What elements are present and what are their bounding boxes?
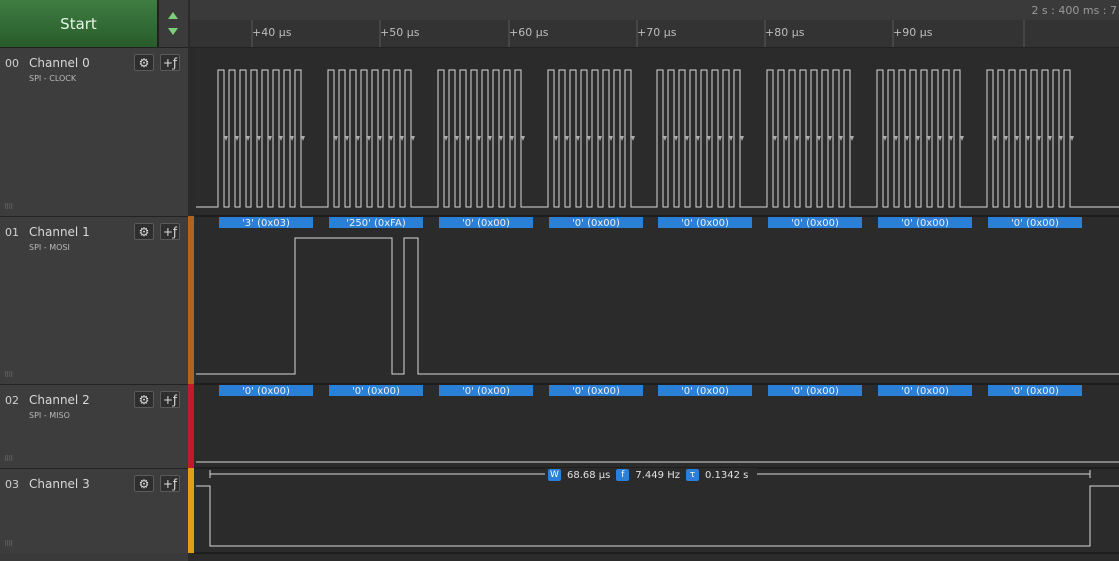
sample-arrow-icon	[696, 136, 700, 141]
sample-arrow-icon	[576, 136, 580, 141]
sample-arrow-icon	[367, 136, 371, 141]
sample-arrow-icon	[587, 136, 591, 141]
sample-arrow-icon	[345, 136, 349, 141]
mosi-byte-label: '0' (0x00)	[572, 218, 620, 229]
clock-trace	[196, 69, 1119, 208]
measurement-frequency: 7.449 Hz	[635, 469, 680, 481]
sample-arrow-icon	[488, 136, 492, 141]
sample-arrow-icon	[598, 136, 602, 141]
sample-arrow-icon	[828, 136, 832, 141]
sample-arrow-icon	[1004, 136, 1008, 141]
sample-arrow-icon	[773, 136, 777, 141]
miso-byte-label: '0' (0x00)	[572, 386, 620, 397]
miso-byte-label: '0' (0x00)	[901, 386, 949, 397]
width-icon: W	[548, 469, 561, 481]
sample-arrow-icon	[279, 136, 283, 141]
sample-arrow-icon	[894, 136, 898, 141]
sample-arrow-icon	[301, 136, 305, 141]
sample-arrow-icon	[466, 136, 470, 141]
mosi-byte-label: '250' (0xFA)	[346, 218, 406, 229]
miso-byte-label: '0' (0x00)	[791, 386, 839, 397]
sample-arrow-icon	[817, 136, 821, 141]
miso-byte-label: '0' (0x00)	[242, 386, 290, 397]
mosi-trace	[196, 237, 1119, 375]
sample-arrow-icon	[411, 136, 415, 141]
sample-arrow-icon	[1070, 136, 1074, 141]
mosi-byte-label: '0' (0x00)	[791, 218, 839, 229]
mosi-byte-label: '3' (0x03)	[242, 218, 290, 229]
sample-arrow-icon	[290, 136, 294, 141]
sample-arrow-icon	[268, 136, 272, 141]
mosi-byte-label: '0' (0x00)	[462, 218, 510, 229]
sample-arrow-icon	[565, 136, 569, 141]
mosi-byte-label: '0' (0x00)	[1011, 218, 1059, 229]
sample-arrow-icon	[356, 136, 360, 141]
measurement-width: 68.68 µs	[567, 469, 611, 481]
miso-byte-label: '0' (0x00)	[462, 386, 510, 397]
sample-arrow-icon	[400, 136, 404, 141]
miso-byte-label: '0' (0x00)	[1011, 386, 1059, 397]
sample-arrow-icon	[378, 136, 382, 141]
sample-arrow-icon	[850, 136, 854, 141]
sample-arrow-icon	[334, 136, 338, 141]
period-icon: τ	[685, 469, 699, 481]
measurement-period: 0.1342 s	[704, 469, 749, 481]
sample-arrow-icon	[806, 136, 810, 141]
sample-arrow-icon	[949, 136, 953, 141]
mosi-byte-label: '0' (0x00)	[901, 218, 949, 229]
measurement-readout: W 68.68 µs f 7.449 Hz τ 0.1342 s	[545, 468, 758, 482]
sample-arrow-icon	[444, 136, 448, 141]
sample-arrow-icon	[609, 136, 613, 141]
sample-arrow-icon	[718, 136, 722, 141]
sample-arrow-icon	[477, 136, 481, 141]
miso-byte-label: '0' (0x00)	[352, 386, 400, 397]
sample-arrow-icon	[784, 136, 788, 141]
frequency-icon: f	[616, 469, 630, 481]
sample-arrow-icon	[224, 136, 228, 141]
sample-arrow-icon	[740, 136, 744, 141]
sample-arrow-icon	[938, 136, 942, 141]
sample-arrow-icon	[554, 136, 558, 141]
sample-arrow-icon	[927, 136, 931, 141]
miso-byte-label: '0' (0x00)	[681, 386, 729, 397]
sample-arrow-icon	[960, 136, 964, 141]
sample-arrow-icon	[235, 136, 239, 141]
sample-arrow-icon	[993, 136, 997, 141]
sample-arrow-icon	[389, 136, 393, 141]
sample-arrow-icon	[674, 136, 678, 141]
sample-arrow-icon	[1059, 136, 1063, 141]
sample-arrow-icon	[510, 136, 514, 141]
sample-arrow-icon	[521, 136, 525, 141]
sample-arrow-icon	[707, 136, 711, 141]
sample-arrow-icon	[1048, 136, 1052, 141]
sample-arrow-icon	[631, 136, 635, 141]
channel-3-trace	[196, 485, 1119, 547]
sample-arrow-icon	[839, 136, 843, 141]
sample-arrow-icon	[883, 136, 887, 141]
sample-arrow-icon	[455, 136, 459, 141]
sample-arrow-icon	[729, 136, 733, 141]
sample-arrow-icon	[663, 136, 667, 141]
sample-arrow-icon	[246, 136, 250, 141]
sample-arrow-icon	[1026, 136, 1030, 141]
mosi-byte-label: '0' (0x00)	[681, 218, 729, 229]
sample-arrow-icon	[795, 136, 799, 141]
sample-arrow-icon	[257, 136, 261, 141]
sample-arrow-icon	[1037, 136, 1041, 141]
sample-arrow-icon	[685, 136, 689, 141]
sample-arrow-icon	[905, 136, 909, 141]
sample-arrow-icon	[499, 136, 503, 141]
sample-arrow-icon	[1015, 136, 1019, 141]
sample-arrow-icon	[916, 136, 920, 141]
sample-arrow-icon	[620, 136, 624, 141]
